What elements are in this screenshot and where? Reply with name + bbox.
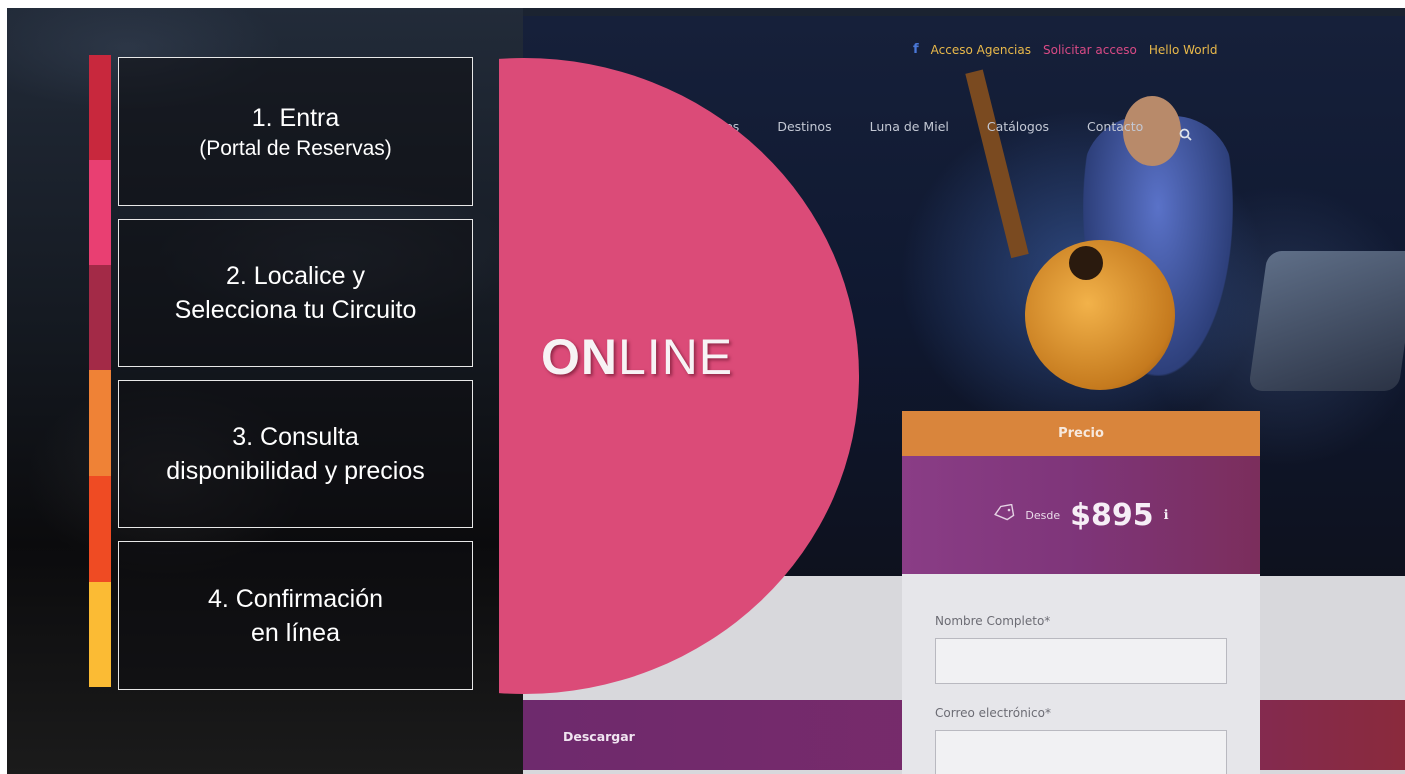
desde-label: Desde: [1025, 508, 1061, 522]
nav-item-contacto[interactable]: Contacto: [1087, 119, 1143, 134]
nav-item-catalogos[interactable]: Catálogos: [987, 119, 1049, 134]
download-label[interactable]: Descargar: [563, 729, 635, 744]
online-heading: ONLINE: [541, 328, 733, 386]
step-2-subtitle: Selecciona tu Circuito: [174, 296, 417, 324]
nombre-field[interactable]: [935, 638, 1227, 684]
online-bold: ON: [541, 329, 618, 385]
step-3-subtitle: disponibilidad y precios: [166, 457, 425, 485]
hello-world-link[interactable]: Hello World: [1149, 43, 1218, 57]
step-1-subtitle: (Portal de Reservas): [199, 136, 392, 160]
stripe-segment-6: [89, 582, 111, 687]
stripe-segment-3: [89, 265, 111, 370]
site-topbar: f Acceso Agencias Solicitar acceso Hello…: [913, 42, 1218, 57]
contact-form: Nombre Completo* Correo electrónico*: [902, 574, 1260, 774]
stripe-segment-5: [89, 476, 111, 582]
guitar-neck-graphic: [965, 69, 1029, 259]
step-4-title: 4. Confirmación: [207, 584, 384, 613]
step-2-title: 2. Localice y: [226, 262, 365, 290]
slide: f Acceso Agencias Solicitar acceso Hello…: [7, 8, 1405, 774]
stripe-segment-1: [89, 55, 111, 160]
step-2-box: 2. Localice y Selecciona tu Circuito: [118, 219, 473, 367]
solicitar-acceso-link[interactable]: Solicitar acceso: [1043, 43, 1137, 57]
correo-field[interactable]: [935, 730, 1227, 774]
step-3-title: 3. Consulta: [232, 423, 359, 451]
nav-item-destinos[interactable]: Destinos: [777, 119, 831, 134]
site-nav: adores Destinos Luna de Miel Catálogos C…: [697, 108, 1230, 145]
price-card: Precio Desde $895 ℹ Nombre Completo* Cor…: [902, 411, 1260, 774]
amplifier-graphic: [1248, 251, 1405, 391]
facebook-icon[interactable]: f: [913, 42, 919, 57]
stripe-segment-4: [89, 370, 111, 476]
step-1-box: 1. Entra (Portal de Reservas): [118, 57, 473, 206]
nav-item-luna-de-miel[interactable]: Luna de Miel: [870, 119, 949, 134]
acceso-agencias-link[interactable]: Acceso Agencias: [931, 43, 1031, 57]
price-header: Precio: [902, 411, 1260, 456]
tag-icon: [993, 503, 1015, 527]
guitar-soundhole-graphic: [1069, 246, 1103, 280]
step-4-box: 4. Confirmación en línea: [118, 541, 473, 690]
step-3-box: 3. Consulta disponibilidad y precios: [118, 380, 473, 528]
correo-label: Correo electrónico*: [935, 706, 1051, 720]
online-regular: LINE: [618, 329, 734, 385]
step-1-title: 1. Entra: [251, 103, 340, 132]
nombre-label: Nombre Completo*: [935, 614, 1051, 628]
search-icon[interactable]: [1179, 128, 1192, 145]
info-icon[interactable]: ℹ: [1164, 508, 1169, 523]
stripe-segment-2: [89, 160, 111, 265]
price-value: $895: [1070, 497, 1154, 533]
step-4-subtitle: en línea: [251, 618, 340, 647]
price-amount-panel: Desde $895 ℹ: [902, 456, 1260, 574]
